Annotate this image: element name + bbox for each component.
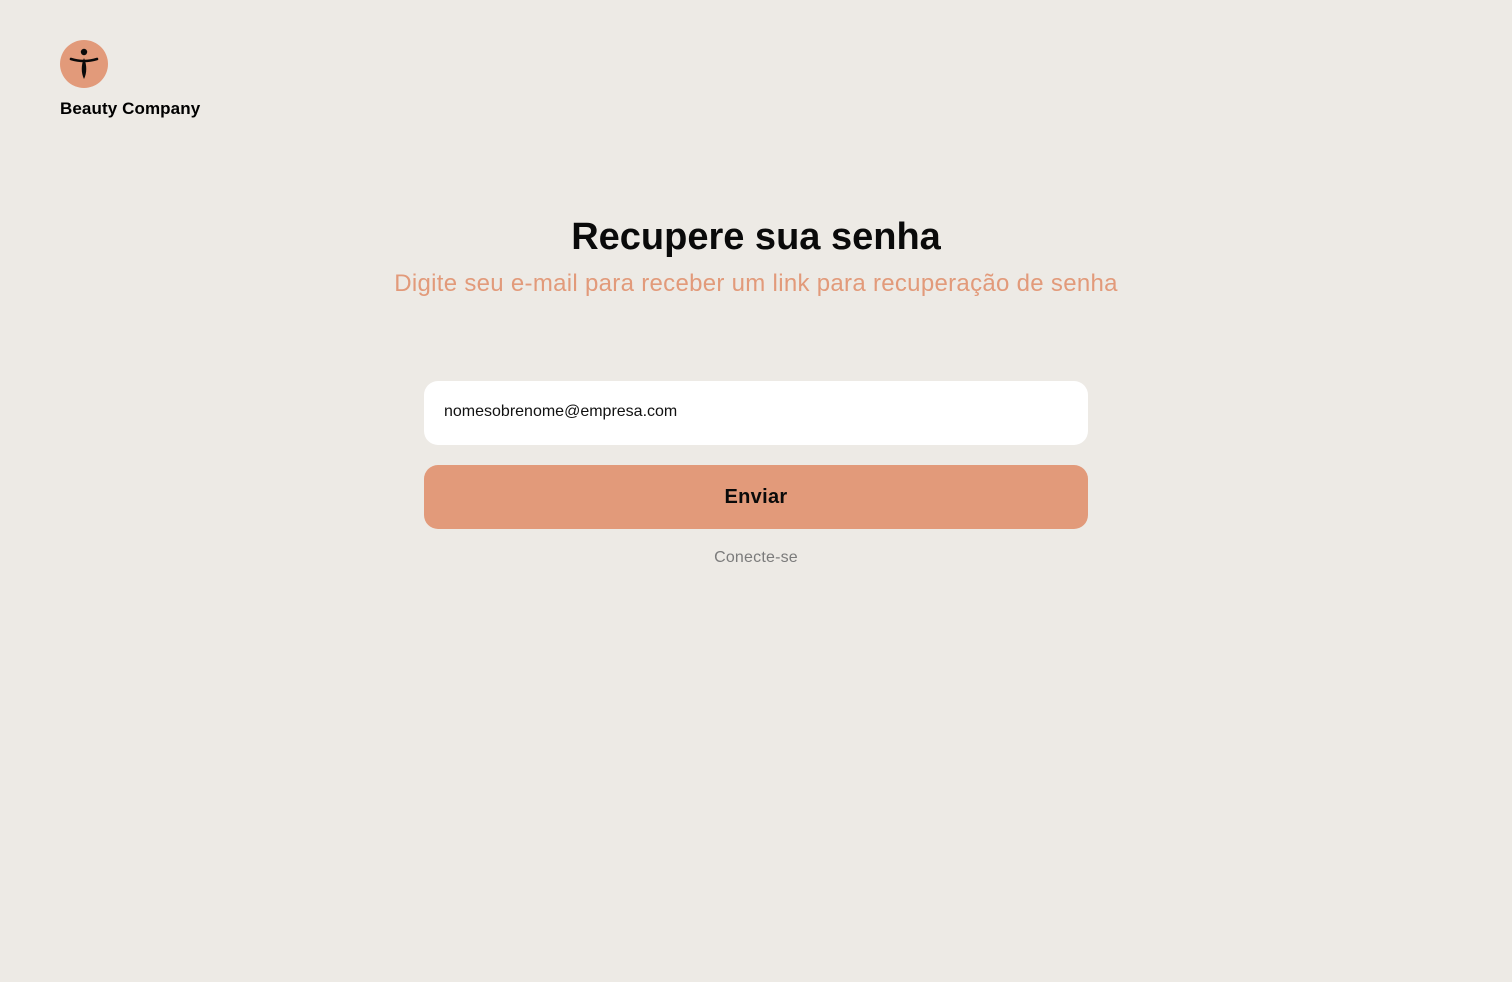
- brand-header: Beauty Company: [60, 40, 200, 119]
- email-field[interactable]: [424, 381, 1088, 445]
- logo-figure-svg: [69, 48, 99, 79]
- person-figure-icon: [60, 40, 108, 88]
- brand-name: Beauty Company: [60, 99, 201, 118]
- page-title: Recupere sua senha: [571, 216, 941, 258]
- submit-button[interactable]: Enviar: [424, 465, 1088, 529]
- page-subtitle: Digite seu e-mail para receber um link p…: [394, 270, 1118, 297]
- login-link[interactable]: Conecte-se: [0, 549, 1512, 567]
